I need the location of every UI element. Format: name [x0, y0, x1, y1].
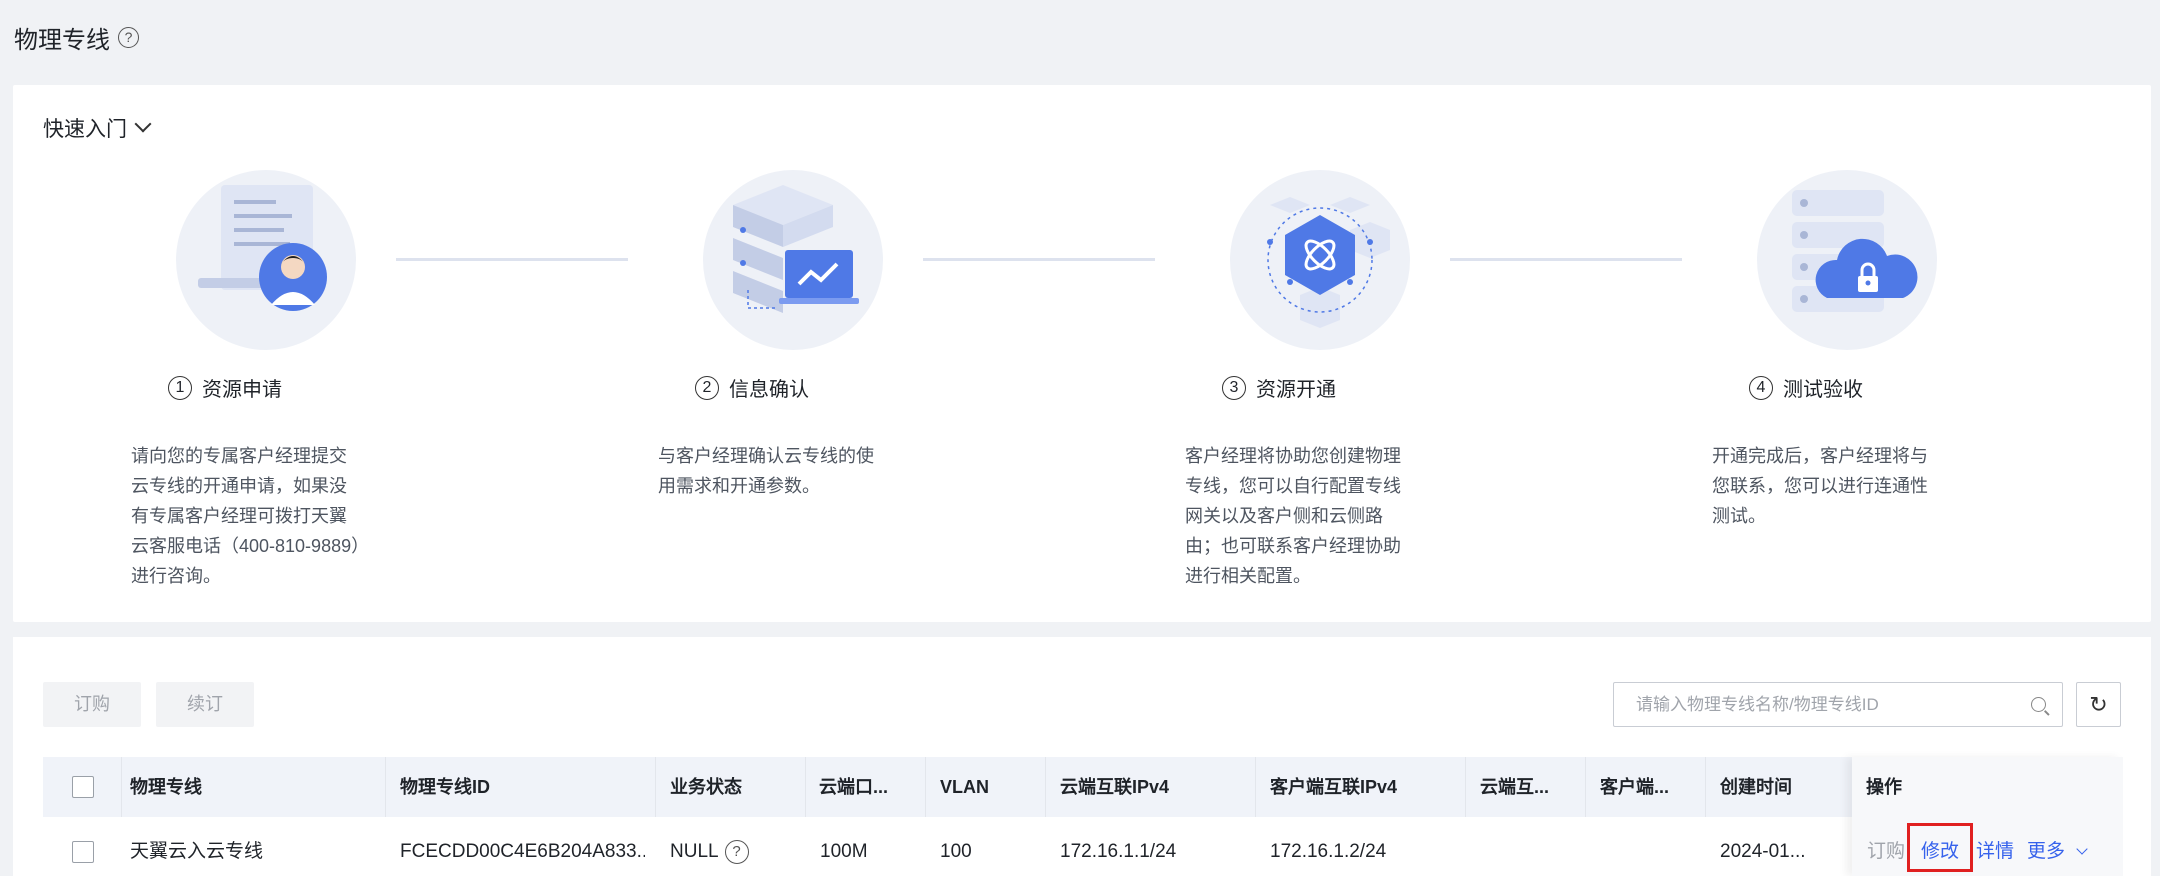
select-all-checkbox[interactable]	[72, 776, 94, 798]
step-4-number: 4	[1749, 375, 1773, 400]
renew-button[interactable]: 续订	[156, 682, 254, 727]
column-divider	[1585, 757, 1586, 817]
cell-id[interactable]: FCECDD00C4E6B204A833...	[400, 817, 645, 876]
step-2-desc: 与客户经理确认云专线的使用需求和开通参数。	[658, 446, 874, 496]
column-divider	[385, 757, 386, 817]
step-connector	[396, 258, 628, 261]
cell-client-ipv4: 172.16.1.2/24	[1270, 841, 1387, 862]
quick-start-title: 快速入门	[43, 118, 127, 141]
step-2-label: 信息确认	[729, 379, 809, 401]
column-divider	[1045, 757, 1046, 817]
order-button[interactable]: 订购	[43, 682, 141, 727]
header-cloud-ipv4[interactable]: 云端互联IPv4	[1060, 757, 1250, 817]
step-3-number: 3	[1222, 375, 1246, 400]
table-header: 物理专线 物理专线ID 业务状态 云端口... VLAN 云端互联IPv4 客户…	[43, 757, 2123, 817]
cell-cloud-x	[1480, 817, 1580, 876]
step-connector	[1450, 258, 1682, 261]
column-divider	[1705, 757, 1706, 817]
search-input[interactable]: 请输入物理专线名称/物理专线ID	[1613, 682, 2063, 727]
cell-name: 天翼云入云专线	[130, 841, 264, 862]
column-divider	[925, 757, 926, 817]
row-order-link[interactable]: 订购	[1867, 817, 1905, 876]
step-4-label: 测试验收	[1783, 379, 1863, 401]
operations-column: 操作 订购 修改 详情 更多	[1852, 757, 2123, 876]
header-client-x[interactable]: 客户端...	[1600, 757, 1705, 817]
status-text: NULL	[670, 841, 719, 862]
step-3-title: 3 资源开通	[1222, 373, 1336, 402]
step-connector	[923, 258, 1155, 261]
header-status[interactable]: 业务状态	[670, 757, 810, 817]
column-divider	[1255, 757, 1256, 817]
refresh-icon: ↻	[2089, 692, 2108, 717]
page-title: 物理专线 ?	[14, 20, 139, 55]
cell-cloud-ipv4: 172.16.1.1/24	[1060, 841, 1177, 862]
network-cube-icon	[1230, 170, 1410, 350]
header-cloud-x[interactable]: 云端互...	[1480, 757, 1590, 817]
row-detail-link[interactable]: 详情	[1976, 817, 2014, 876]
header-vlan[interactable]: VLAN	[940, 757, 1040, 817]
chevron-down-icon	[134, 115, 152, 133]
header-operations: 操作	[1866, 777, 1902, 797]
header-id[interactable]: 物理专线ID	[400, 757, 580, 817]
header-port[interactable]: 云端口...	[819, 757, 929, 817]
step-2-number: 2	[695, 375, 719, 400]
step-4-desc: 开通完成后，客户经理将与您联系，您可以进行连通性测试。	[1712, 446, 1928, 526]
column-divider	[805, 757, 806, 817]
step-1-desc: 请向您的专属客户经理提交云专线的开通申请，如果没有专属客户经理可拨打天翼云客服电…	[131, 446, 361, 586]
column-divider	[655, 757, 656, 817]
cloud-lock-icon	[1757, 170, 1937, 350]
row-more-label: 更多	[2027, 841, 2066, 862]
cell-port: 100M	[820, 841, 868, 862]
step-1-number: 1	[168, 375, 192, 400]
search-placeholder: 请输入物理专线名称/物理专线ID	[1636, 695, 1879, 714]
cell-status: NULL?	[670, 817, 810, 876]
row-checkbox[interactable]	[72, 841, 94, 863]
header-name[interactable]: 物理专线	[130, 757, 310, 817]
step-1-title: 1 资源申请	[168, 373, 282, 402]
header-client-ipv4[interactable]: 客户端互联IPv4	[1270, 757, 1460, 817]
header-created[interactable]: 创建时间	[1720, 757, 1840, 817]
server-chart-icon	[703, 170, 883, 350]
status-help-icon[interactable]: ?	[724, 839, 749, 864]
search-icon[interactable]	[2031, 697, 2046, 712]
cell-client-x	[1600, 817, 1700, 876]
refresh-button[interactable]: ↻	[2076, 682, 2121, 727]
step-2-title: 2 信息确认	[695, 373, 809, 402]
help-icon[interactable]: ?	[118, 27, 139, 48]
document-user-icon	[176, 170, 356, 350]
chevron-down-icon	[2076, 843, 2088, 855]
row-more-dropdown[interactable]: 更多	[2027, 817, 2088, 876]
quick-start-card: 快速入门 1 资源申请 请向您的专属客户经理提交云专线的开通申请，如果没有专属客…	[13, 85, 2151, 622]
step-3-desc: 客户经理将协助您创建物理专线，您可以自行配置专线网关以及客户侧和云侧路由；也可联…	[1185, 446, 1401, 586]
step-4-title: 4 测试验收	[1749, 373, 1863, 402]
column-divider	[1465, 757, 1466, 817]
cell-vlan: 100	[940, 841, 972, 862]
step-1-label: 资源申请	[202, 379, 282, 401]
highlight-box	[1907, 823, 1973, 872]
column-divider	[121, 757, 122, 817]
step-3-label: 资源开通	[1256, 379, 1336, 401]
quick-start-toggle[interactable]: 快速入门	[43, 113, 152, 143]
cell-created: 2024-01...	[1720, 841, 1806, 862]
page-title-text: 物理专线	[14, 27, 110, 54]
